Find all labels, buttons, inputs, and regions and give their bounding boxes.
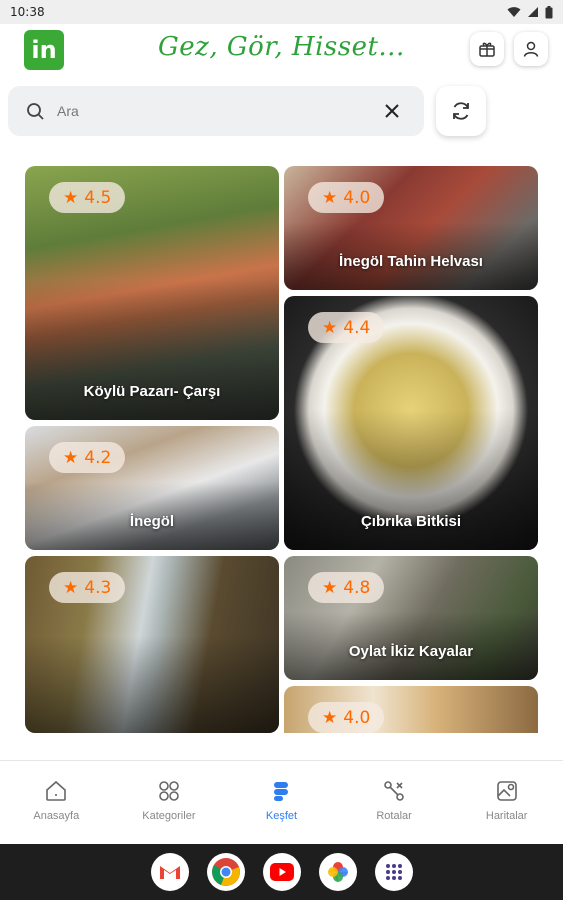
card-title: İnegöl Tahin Helvası <box>339 253 483 270</box>
gmail-icon[interactable] <box>150 853 189 891</box>
profile-button[interactable] <box>514 32 548 66</box>
grid-icon <box>159 781 179 801</box>
chrome-icon[interactable] <box>206 853 245 891</box>
place-card-waterfall[interactable]: ★ 4.3 <box>25 556 279 733</box>
map-icon <box>496 781 517 801</box>
nav-anasayfa[interactable]: Anasayfa <box>0 761 113 844</box>
bottom-nav: Anasayfa Kategoriler Keşfet Rotalar Hari… <box>0 760 563 844</box>
rating-value: 4.8 <box>343 577 371 598</box>
star-icon: ★ <box>63 577 79 598</box>
battery-icon <box>545 5 553 18</box>
nav-rotalar[interactable]: Rotalar <box>338 761 451 844</box>
search-icon <box>27 102 44 120</box>
card-title: Çıbrıka Bitkisi <box>360 513 462 530</box>
youtube-icon[interactable] <box>262 853 301 891</box>
nav-kesfet[interactable]: Keşfet <box>225 761 338 844</box>
refresh-button[interactable] <box>436 86 486 136</box>
gift-button[interactable] <box>470 32 504 66</box>
rating-value: 4.3 <box>84 577 112 598</box>
rating-badge: ★ 4.0 <box>308 182 385 213</box>
clear-search-button[interactable] <box>378 97 406 125</box>
status-icons <box>507 5 553 19</box>
wifi-icon <box>507 7 521 17</box>
star-icon: ★ <box>322 317 338 338</box>
app-slogan: Gez, Gör, Hisset... <box>158 32 405 62</box>
star-icon: ★ <box>322 577 338 598</box>
nav-label: Haritalar <box>485 810 528 822</box>
app-logo[interactable]: in <box>24 30 64 70</box>
nav-label: Keşfet <box>265 810 298 822</box>
nav-kategoriler[interactable]: Kategoriler <box>113 761 226 844</box>
home-icon <box>46 780 67 801</box>
system-dock <box>0 844 563 900</box>
rating-value: 4.0 <box>343 187 371 208</box>
route-icon <box>384 781 404 801</box>
app-drawer-icon[interactable] <box>374 853 413 891</box>
star-icon: ★ <box>63 187 79 208</box>
status-bar: 10:38 <box>0 0 563 24</box>
rating-value: 4.5 <box>84 187 112 208</box>
card-title: İnegöl <box>129 513 175 530</box>
star-icon: ★ <box>322 187 338 208</box>
place-card-tahin-helvasi[interactable]: ★ 4.0 İnegöl Tahin Helvası <box>284 166 538 290</box>
rating-value: 4.4 <box>343 317 371 338</box>
place-card-oylat-ikiz-kayalar[interactable]: ★ 4.8 Oylat İkiz Kayalar <box>284 556 538 680</box>
place-card-food[interactable]: ★ 4.0 <box>284 686 538 733</box>
nav-label: Rotalar <box>376 810 412 822</box>
photos-icon[interactable] <box>318 853 357 891</box>
refresh-icon <box>453 102 469 120</box>
card-title: Köylü Pazarı- Çarşı <box>83 383 221 400</box>
explore-icon <box>274 782 289 801</box>
app-header: in Gez, Gör, Hisset... <box>0 24 563 78</box>
rating-badge: ★ 4.4 <box>308 312 385 343</box>
rating-value: 4.0 <box>343 707 371 728</box>
user-icon <box>523 41 539 57</box>
close-icon <box>385 104 399 118</box>
star-icon: ★ <box>63 447 79 468</box>
card-shade <box>25 635 279 733</box>
star-icon: ★ <box>322 707 338 728</box>
rating-value: 4.2 <box>84 447 112 468</box>
nav-label: Kategoriler <box>142 810 196 822</box>
search-input[interactable]: Ara <box>57 103 378 119</box>
card-title: Oylat İkiz Kayalar <box>348 643 474 660</box>
rating-badge: ★ 4.5 <box>49 182 126 213</box>
status-time: 10:38 <box>10 5 45 19</box>
place-card-koylu-pazari[interactable]: ★ 4.5 Köylü Pazarı- Çarşı <box>25 166 279 420</box>
gift-icon <box>479 42 495 57</box>
rating-badge: ★ 4.3 <box>49 572 126 603</box>
place-card-cibrika-bitkisi[interactable]: ★ 4.4 Çıbrıka Bitkisi <box>284 296 538 550</box>
search-bar[interactable]: Ara <box>8 86 424 136</box>
rating-badge: ★ 4.8 <box>308 572 385 603</box>
signal-icon <box>528 7 538 17</box>
nav-label: Anasayfa <box>33 810 80 822</box>
rating-badge: ★ 4.0 <box>308 702 385 733</box>
place-card-inegol[interactable]: ★ 4.2 İnegöl <box>25 426 279 550</box>
nav-haritalar[interactable]: Haritalar <box>450 761 563 844</box>
rating-badge: ★ 4.2 <box>49 442 126 473</box>
